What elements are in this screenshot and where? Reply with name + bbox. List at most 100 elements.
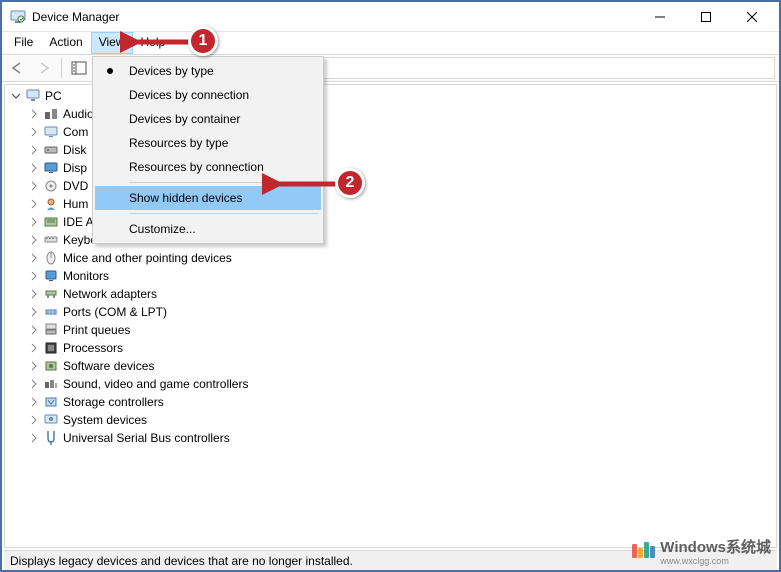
tree-category[interactable]: Mice and other pointing devices (9, 249, 772, 267)
expander-closed-icon[interactable] (27, 215, 41, 229)
tree-label: Software devices (63, 357, 154, 375)
dropdown-label: Resources by connection (129, 160, 264, 174)
category-icon (43, 268, 59, 284)
category-icon (43, 412, 59, 428)
menu-resources-by-type[interactable]: Resources by type (95, 131, 321, 155)
dropdown-label: Customize... (129, 222, 196, 236)
app-icon (10, 9, 26, 25)
tree-label: Network adapters (63, 285, 157, 303)
menu-devices-by-container[interactable]: Devices by container (95, 107, 321, 131)
expander-closed-icon[interactable] (27, 341, 41, 355)
dropdown-label: Devices by container (129, 112, 240, 126)
expander-closed-icon[interactable] (27, 179, 41, 193)
statusbar-text: Displays legacy devices and devices that… (10, 554, 353, 568)
menu-action[interactable]: Action (41, 32, 90, 54)
expander-closed-icon[interactable] (27, 431, 41, 445)
annotation-badge-1: 1 (188, 26, 218, 56)
annotation-number: 1 (199, 32, 208, 50)
category-icon (43, 394, 59, 410)
menu-devices-by-connection[interactable]: Devices by connection (95, 83, 321, 107)
tree-category[interactable]: Network adapters (9, 285, 772, 303)
toolbar-separator (61, 58, 62, 78)
tree-label: Ports (COM & LPT) (63, 303, 167, 321)
tree-label: System devices (63, 411, 147, 429)
dropdown-separator (129, 182, 319, 183)
tree-label: Processors (63, 339, 123, 357)
expander-closed-icon[interactable] (27, 269, 41, 283)
menu-devices-by-type[interactable]: Devices by type (95, 59, 321, 83)
tree-category[interactable]: Sound, video and game controllers (9, 375, 772, 393)
tree-label: Monitors (63, 267, 109, 285)
category-icon (43, 142, 59, 158)
menu-resources-by-connection[interactable]: Resources by connection (95, 155, 321, 179)
dropdown-separator (129, 213, 319, 214)
tree-category[interactable]: Universal Serial Bus controllers (9, 429, 772, 447)
category-icon (43, 214, 59, 230)
close-button[interactable] (729, 3, 775, 31)
category-icon (43, 430, 59, 446)
expander-closed-icon[interactable] (27, 413, 41, 427)
tree-label: Sound, video and game controllers (63, 375, 248, 393)
tree-label: Universal Serial Bus controllers (63, 429, 230, 447)
tree-label: Com (63, 123, 88, 141)
category-icon (43, 160, 59, 176)
category-icon (43, 376, 59, 392)
category-icon (43, 250, 59, 266)
tree-label: IDE A (63, 213, 94, 231)
expander-closed-icon[interactable] (27, 305, 41, 319)
tree-label: PC (45, 87, 62, 105)
watermark-url: www.wxclgg.com (660, 557, 771, 566)
watermark: Windows系统城 www.wxclgg.com (632, 536, 779, 566)
tree-label: Mice and other pointing devices (63, 249, 232, 267)
annotation-badge-2: 2 (335, 168, 365, 198)
expander-closed-icon[interactable] (27, 395, 41, 409)
menu-file[interactable]: File (6, 32, 41, 54)
tree-category[interactable]: Print queues (9, 321, 772, 339)
menu-view[interactable]: View (91, 32, 133, 54)
watermark-brand: Windows系统城 (660, 539, 771, 556)
expander-closed-icon[interactable] (27, 359, 41, 373)
tree-label: Print queues (63, 321, 130, 339)
category-icon (43, 106, 59, 122)
dropdown-label: Resources by type (129, 136, 228, 150)
minimize-button[interactable] (637, 3, 683, 31)
tree-category[interactable]: Monitors (9, 267, 772, 285)
tree-label: Storage controllers (63, 393, 164, 411)
expander-closed-icon[interactable] (27, 233, 41, 247)
category-icon (43, 196, 59, 212)
expander-closed-icon[interactable] (27, 197, 41, 211)
expander-closed-icon[interactable] (27, 143, 41, 157)
maximize-button[interactable] (683, 3, 729, 31)
expander-closed-icon[interactable] (27, 377, 41, 391)
view-dropdown: Devices by type Devices by connection De… (92, 56, 324, 244)
tree-category[interactable]: Processors (9, 339, 772, 357)
dropdown-label: Devices by connection (129, 88, 249, 102)
expander-closed-icon[interactable] (27, 125, 41, 139)
category-icon (43, 124, 59, 140)
bullet-icon (107, 68, 113, 74)
expander-open-icon[interactable] (9, 89, 23, 103)
tree-label: Disk (63, 141, 86, 159)
back-button[interactable] (6, 57, 30, 79)
menu-help[interactable]: Help (133, 32, 174, 54)
tree-category[interactable]: System devices (9, 411, 772, 429)
watermark-text: Windows系统城 www.wxclgg.com (660, 536, 771, 566)
expander-closed-icon[interactable] (27, 287, 41, 301)
dropdown-label: Show hidden devices (129, 191, 242, 205)
forward-button[interactable] (32, 57, 56, 79)
tree-category[interactable]: Storage controllers (9, 393, 772, 411)
menu-show-hidden-devices[interactable]: Show hidden devices (95, 186, 321, 210)
category-icon (43, 322, 59, 338)
expander-closed-icon[interactable] (27, 107, 41, 121)
category-icon (43, 178, 59, 194)
annotation-number: 2 (346, 174, 355, 192)
expander-closed-icon[interactable] (27, 323, 41, 337)
category-icon (43, 232, 59, 248)
tree-category[interactable]: Ports (COM & LPT) (9, 303, 772, 321)
expander-closed-icon[interactable] (27, 161, 41, 175)
menu-customize[interactable]: Customize... (95, 217, 321, 241)
show-hide-tree-button[interactable] (67, 57, 91, 79)
tree-category[interactable]: Software devices (9, 357, 772, 375)
expander-closed-icon[interactable] (27, 251, 41, 265)
menubar: File Action View Help (2, 32, 779, 54)
